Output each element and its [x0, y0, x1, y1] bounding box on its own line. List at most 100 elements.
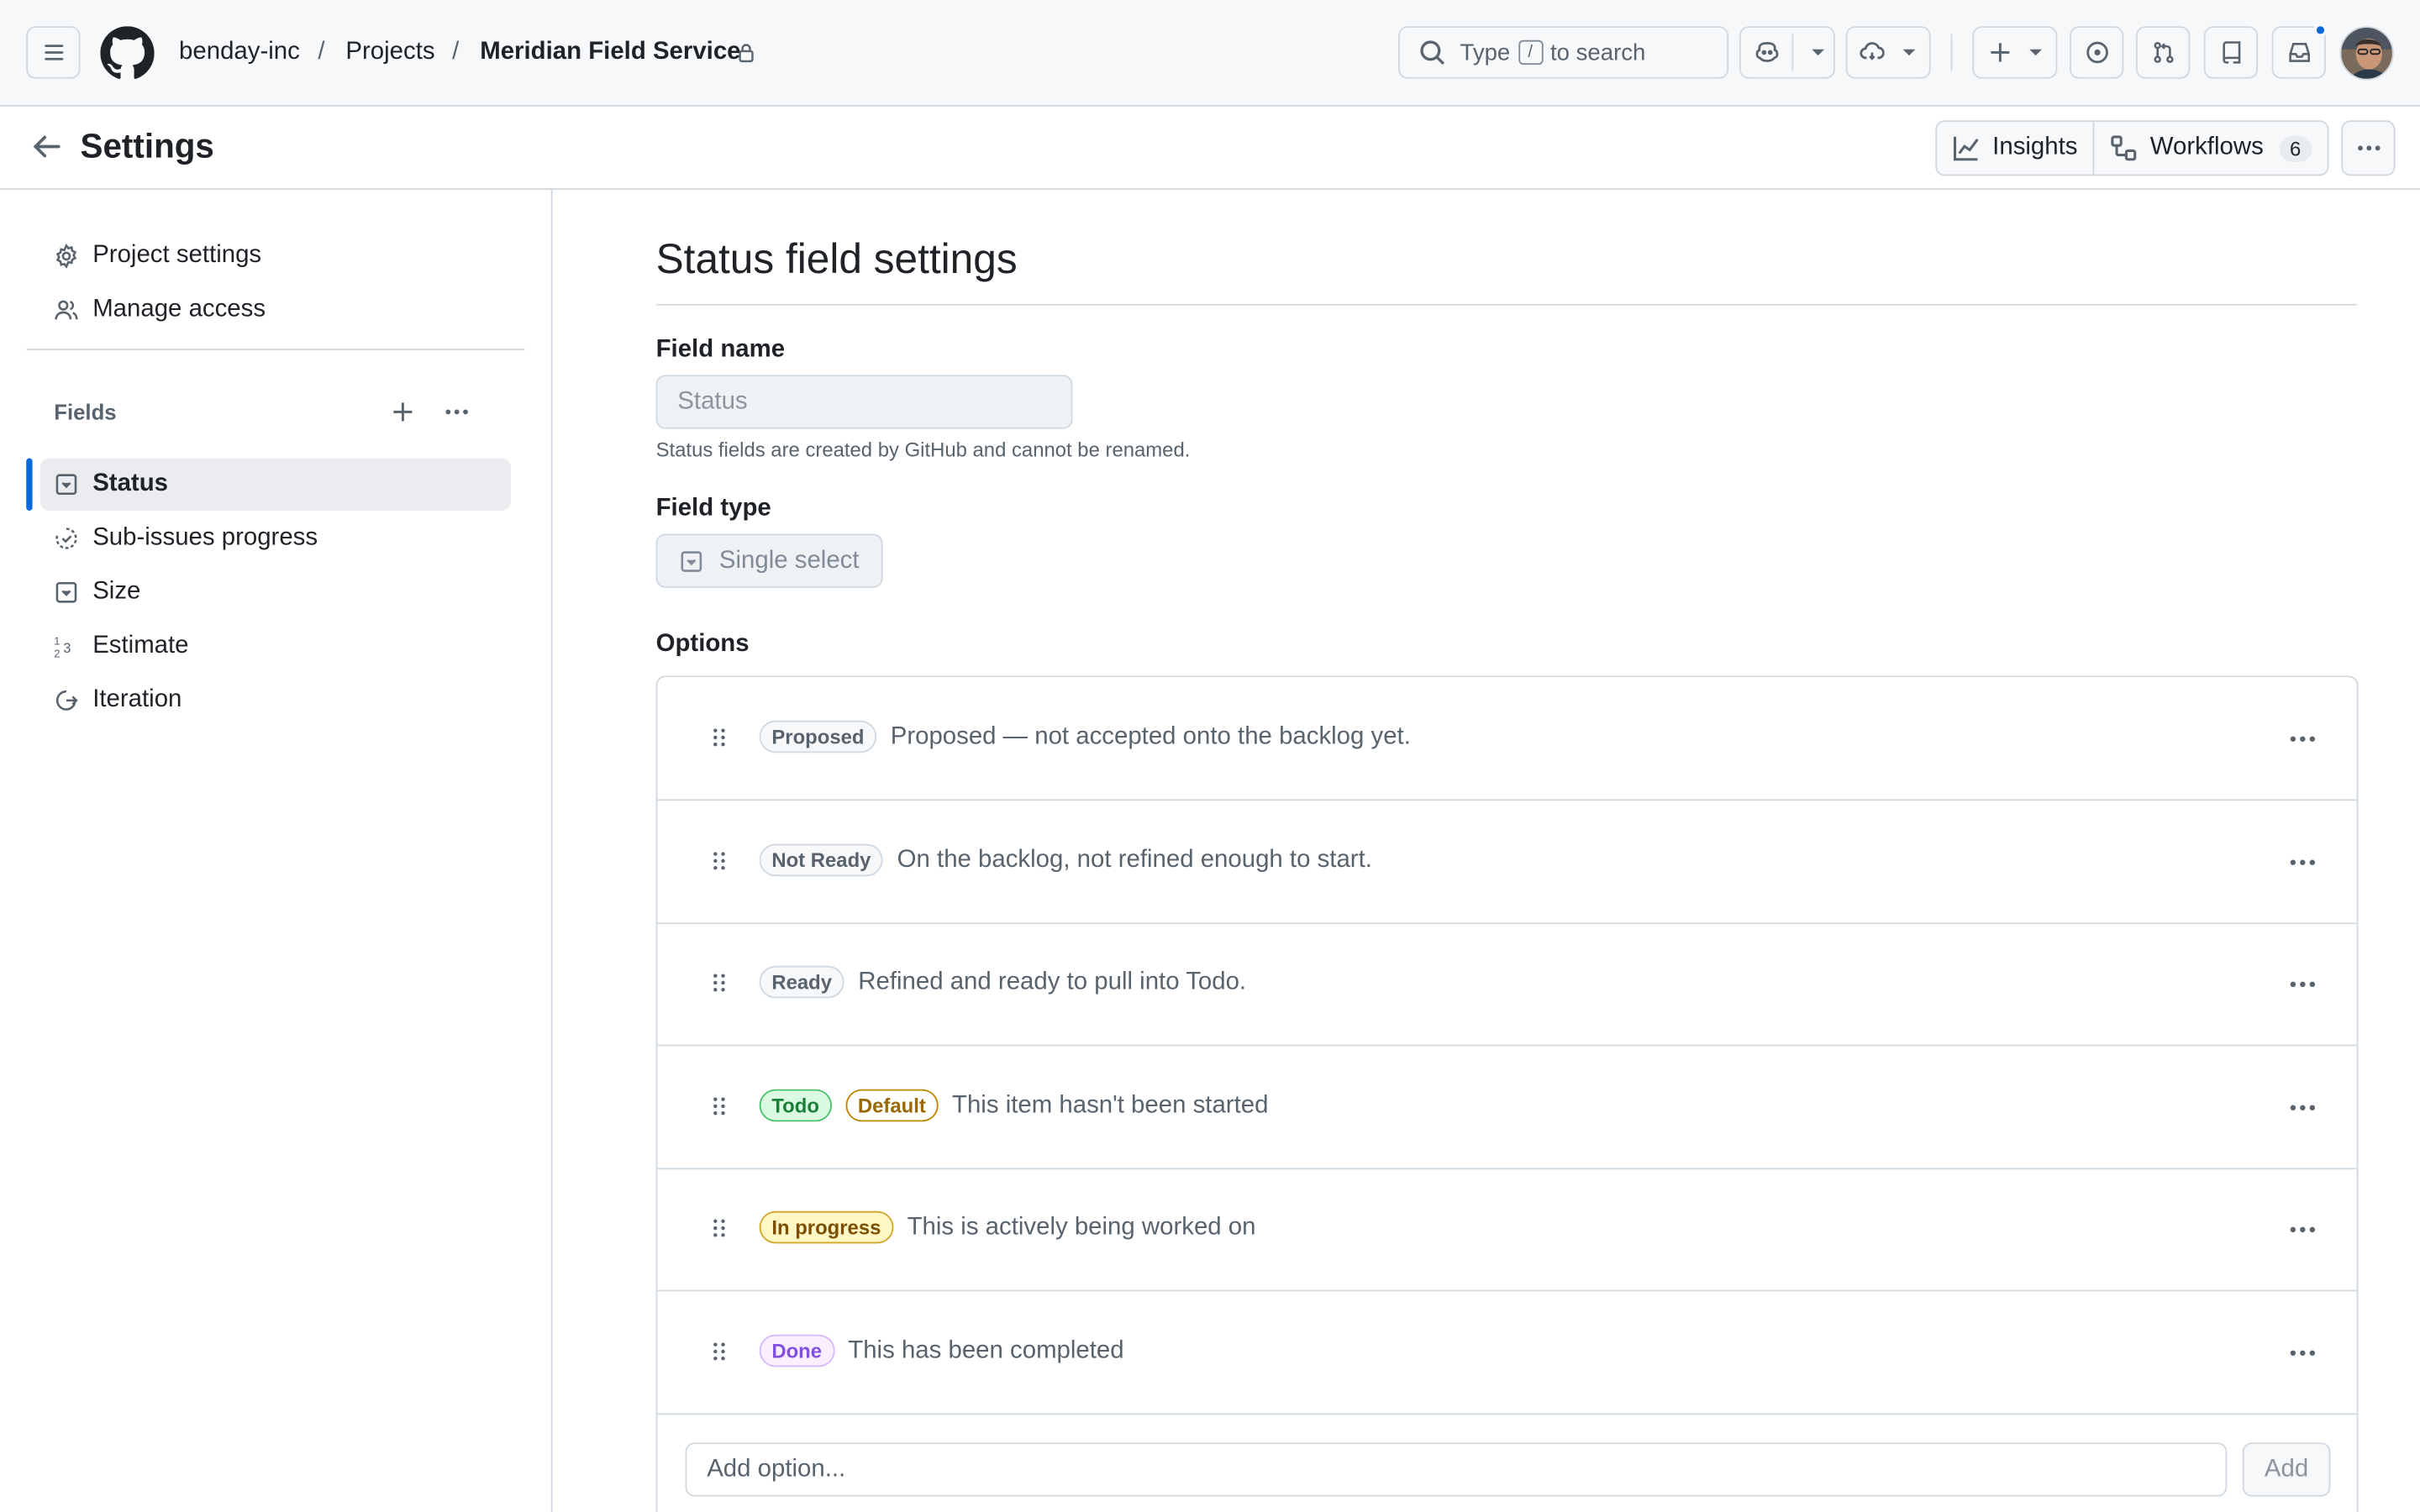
active-item-indicator [26, 458, 33, 511]
add-field-button[interactable] [386, 395, 419, 428]
field-type-value: Single select [718, 547, 860, 574]
chevron-down-icon[interactable] [1806, 40, 1828, 65]
option-label-tag: In progress [759, 1210, 894, 1244]
sidebar-item-size[interactable]: Size [40, 566, 511, 618]
insights-label: Insights [1992, 134, 2078, 161]
option-row-ready: Ready Refined and ready to pull into Tod… [657, 922, 2357, 1047]
option-label-tag: Ready [759, 965, 844, 999]
options-label: Options [655, 631, 750, 658]
option-row-todo: Todo Default This item hasn't been start… [657, 1046, 2357, 1170]
add-option-input[interactable]: Add option... [685, 1442, 2228, 1497]
sidebar-item-label: Size [92, 578, 141, 605]
sidebar-item-estimate[interactable]: 123 Estimate [40, 620, 511, 672]
people-icon [54, 297, 78, 322]
search-prefix: Type [1460, 39, 1511, 66]
option-label-tag: Not Ready [759, 843, 884, 877]
option-row-in-progress: In progress This is actively being worke… [657, 1168, 2357, 1292]
pull-requests-button[interactable] [2135, 26, 2191, 79]
project-nav-buttons: Insights Workflows 6 [1935, 120, 2329, 176]
repositories-button[interactable] [2203, 26, 2259, 79]
create-new-button[interactable] [1972, 26, 2058, 79]
kebab-horizontal-icon[interactable] [2286, 969, 2319, 1000]
menu-icon[interactable] [26, 26, 81, 79]
kebab-horizontal-icon [443, 398, 471, 426]
search-input[interactable]: Type / to search [1398, 26, 1729, 79]
global-header: benday-inc / Projects / Meridian Field S… [0, 0, 2420, 107]
avatar[interactable] [2339, 26, 2394, 81]
breadcrumb-separator: / [318, 38, 325, 66]
breadcrumb-owner[interactable]: benday-inc [179, 39, 300, 66]
insights-button[interactable]: Insights [1937, 122, 2093, 174]
inbox-icon [2286, 40, 2311, 65]
copilot-spaces-button[interactable] [1845, 26, 1931, 79]
copilot-button[interactable] [1739, 26, 1835, 79]
iteration-icon [54, 688, 78, 712]
option-row-done: Done This has been completed [657, 1291, 2357, 1415]
search-icon [1418, 39, 1446, 66]
chevron-down-icon[interactable] [1897, 40, 1918, 65]
notification-indicator [2313, 23, 2328, 38]
kebab-horizontal-icon[interactable] [2286, 1214, 2319, 1245]
option-description: On the backlog, not refined enough to st… [897, 846, 1372, 873]
options-list: Proposed Proposed — not accepted onto th… [655, 675, 2359, 1512]
grabber-icon[interactable] [708, 1215, 730, 1240]
cloud-icon [1860, 39, 1887, 66]
kebab-horizontal-icon [2354, 134, 2382, 162]
sidebar-item-status[interactable]: Status [39, 458, 511, 511]
grabber-icon[interactable] [708, 1094, 730, 1118]
breadcrumb-projects[interactable]: Projects [345, 39, 434, 66]
more-options-button[interactable] [2341, 120, 2396, 176]
sidebar-item-label: Sub-issues progress [92, 524, 318, 551]
pull-request-icon [2150, 40, 2175, 65]
sidebar-item-label: Status [92, 470, 169, 497]
kebab-horizontal-icon[interactable] [2286, 847, 2319, 878]
workflows-count-badge: 6 [2279, 134, 2312, 161]
workflows-button[interactable]: Workflows 6 [2092, 122, 2328, 175]
field-name-input[interactable]: Status [655, 375, 1073, 429]
workflow-icon [2110, 134, 2138, 162]
option-row-not-ready: Not Ready On the backlog, not refined en… [657, 801, 2357, 925]
add-option-row: Add option... Add [657, 1415, 2356, 1512]
field-name-hint: Status fields are created by GitHub and … [655, 438, 1191, 462]
single-select-icon [54, 472, 78, 496]
grabber-icon[interactable] [708, 1339, 730, 1363]
fields-more-button[interactable] [439, 395, 473, 428]
default-badge: Default [845, 1089, 939, 1122]
option-label-tag: Done [759, 1334, 834, 1368]
kebab-horizontal-icon[interactable] [2286, 1337, 2319, 1368]
workflows-label: Workflows [2149, 134, 2264, 161]
option-description: Proposed — not accepted onto the backlog… [890, 722, 1411, 749]
svg-text:3: 3 [63, 640, 71, 656]
sidebar-item-iteration[interactable]: Iteration [40, 675, 511, 727]
title-divider [655, 303, 2357, 306]
breadcrumb-project-name[interactable]: Meridian Field Service [480, 39, 740, 66]
option-label-tag: Proposed [759, 720, 877, 753]
back-arrow-icon[interactable] [28, 128, 65, 165]
github-logo-icon[interactable] [100, 26, 155, 80]
single-select-icon [679, 549, 703, 573]
settings-header: Settings Insights Workflows 6 [0, 106, 2420, 190]
option-label-tag: Todo [759, 1089, 832, 1122]
sidebar-item-manage-access[interactable]: Manage access [40, 284, 511, 336]
progress-icon [54, 526, 78, 550]
single-select-icon [54, 580, 78, 605]
number-icon: 123 [54, 634, 78, 659]
option-description: Refined and ready to pull into Todo. [858, 968, 1247, 995]
kebab-horizontal-icon[interactable] [2286, 1092, 2319, 1123]
lock-icon [736, 40, 756, 65]
field-name-label: Field name [655, 336, 786, 363]
section-title: Status field settings [655, 236, 1018, 283]
sidebar-item-sub-issues-progress[interactable]: Sub-issues progress [40, 512, 511, 564]
option-description: This has been completed [848, 1336, 1124, 1363]
sidebar-item-project-settings[interactable]: Project settings [40, 230, 511, 282]
issues-button[interactable] [2070, 26, 2124, 79]
add-option-button[interactable]: Add [2242, 1442, 2331, 1497]
kebab-horizontal-icon[interactable] [2286, 723, 2319, 754]
grabber-icon[interactable] [708, 848, 730, 873]
grabber-icon[interactable] [708, 725, 730, 749]
field-type-button[interactable]: Single select [655, 533, 883, 588]
sidebar-item-label: Iteration [92, 686, 182, 713]
settings-sidebar: Project settings Manage access Fields St… [0, 189, 553, 1512]
chevron-down-icon [2023, 40, 2045, 65]
grabber-icon[interactable] [708, 970, 730, 995]
